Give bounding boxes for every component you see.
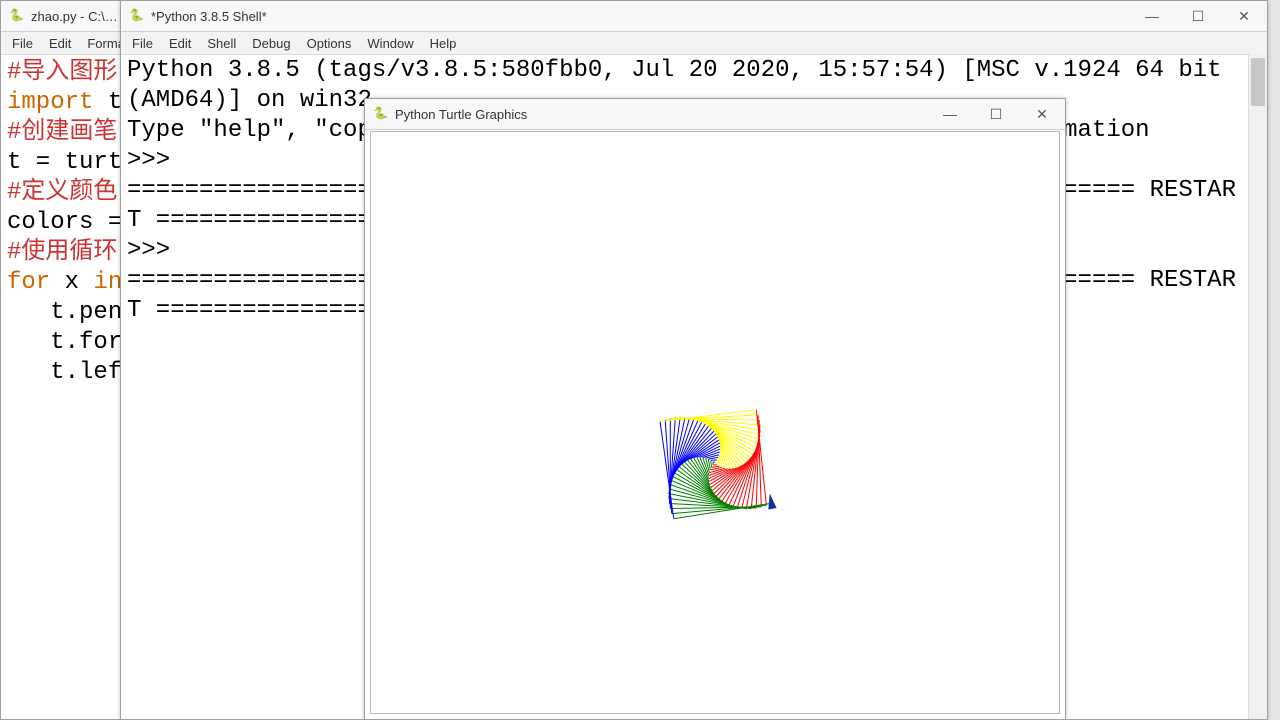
- editor-window: 🐍 zhao.py - C:\Use FileEditFormat #导入图形i…: [0, 0, 124, 720]
- editor-titlebar[interactable]: 🐍 zhao.py - C:\Use: [1, 1, 123, 32]
- turtle-canvas: [370, 131, 1060, 714]
- menu-file[interactable]: File: [5, 34, 40, 53]
- shell-menubar: FileEditShellDebugOptionsWindowHelp: [121, 32, 1267, 55]
- code-line: t.forwar: [7, 328, 117, 358]
- code-line: #使用循环: [7, 238, 117, 268]
- turtle-minimize-button[interactable]: —: [927, 99, 973, 129]
- code-line: t.left(91: [7, 358, 117, 388]
- menu-window[interactable]: Window: [360, 34, 420, 53]
- editor-menubar: FileEditFormat: [1, 32, 123, 55]
- turtle-close-button[interactable]: ✕: [1019, 99, 1065, 129]
- code-line: t = turtle.P: [7, 148, 117, 178]
- python-file-icon: 🐍: [9, 8, 25, 24]
- menu-debug[interactable]: Debug: [245, 34, 297, 53]
- shell-titlebar[interactable]: 🐍 *Python 3.8.5 Shell* — ☐ ✕: [121, 1, 1267, 32]
- close-button[interactable]: ✕: [1221, 1, 1267, 31]
- turtle-title: Python Turtle Graphics: [395, 107, 927, 122]
- code-line: for x in rar: [7, 268, 117, 298]
- turtle-cursor-icon: [768, 493, 776, 509]
- editor-code[interactable]: #导入图形import tur#创建画笔t = turtle.P#定义颜色col…: [1, 54, 123, 392]
- code-line: colors = [": [7, 208, 117, 238]
- menu-shell[interactable]: Shell: [200, 34, 243, 53]
- python-shell-icon: 🐍: [129, 8, 145, 24]
- shell-window-buttons: — ☐ ✕: [1129, 1, 1267, 31]
- editor-title: zhao.py - C:\Use: [31, 9, 123, 24]
- shell-title: *Python 3.8.5 Shell*: [151, 9, 1129, 24]
- menu-options[interactable]: Options: [300, 34, 359, 53]
- code-line: t.pencol: [7, 298, 117, 328]
- turtle-window-buttons: — ☐ ✕: [927, 99, 1065, 129]
- menu-edit[interactable]: Edit: [162, 34, 198, 53]
- code-line: #定义颜色: [7, 178, 117, 208]
- minimize-button[interactable]: —: [1129, 1, 1175, 31]
- shell-scrollbar[interactable]: [1248, 54, 1267, 719]
- turtle-titlebar[interactable]: 🐍 Python Turtle Graphics — ☐ ✕: [365, 99, 1065, 130]
- maximize-button[interactable]: ☐: [1175, 1, 1221, 31]
- menu-edit[interactable]: Edit: [42, 34, 78, 53]
- code-line: #创建画笔: [7, 118, 117, 148]
- turtle-drawing: [371, 132, 1059, 714]
- menu-file[interactable]: File: [125, 34, 160, 53]
- turtle-icon: 🐍: [373, 106, 389, 122]
- editor-body[interactable]: #导入图形import tur#创建画笔t = turtle.P#定义颜色col…: [1, 54, 123, 719]
- code-line: import tur: [7, 88, 117, 118]
- turtle-window: 🐍 Python Turtle Graphics — ☐ ✕: [364, 98, 1066, 720]
- menu-help[interactable]: Help: [423, 34, 464, 53]
- turtle-maximize-button[interactable]: ☐: [973, 99, 1019, 129]
- code-line: #导入图形: [7, 58, 117, 88]
- shell-scroll-thumb[interactable]: [1251, 58, 1265, 106]
